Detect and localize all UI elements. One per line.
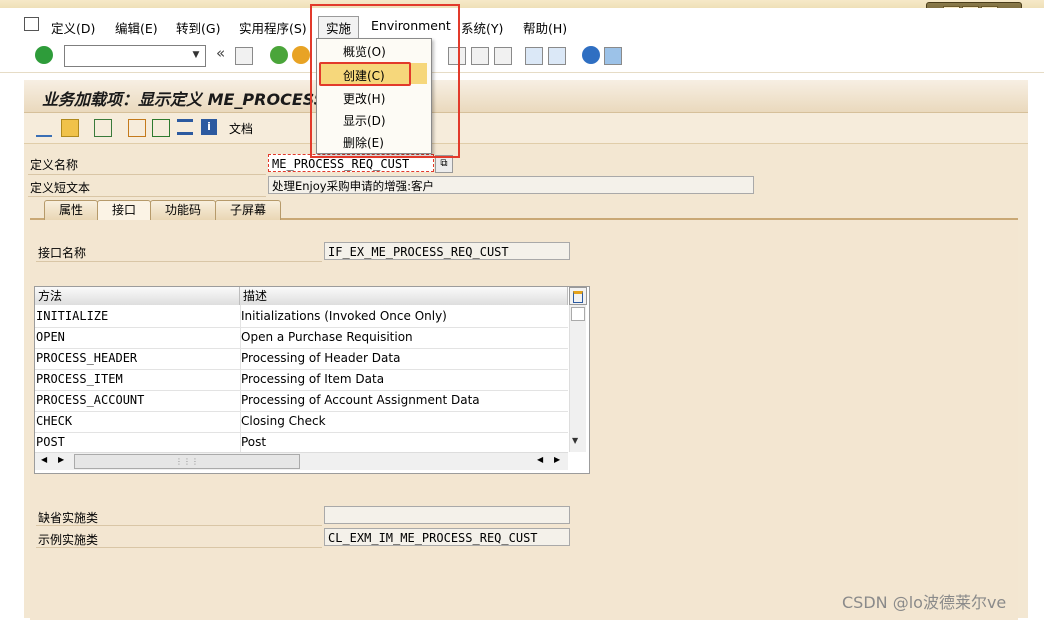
tab-attributes[interactable]: 属性 [44,200,98,220]
table-row[interactable]: INITIALIZE Initializations (Invoked Once … [35,306,568,328]
object-list-icon[interactable] [94,119,112,137]
vertical-scrollbar[interactable] [569,305,586,452]
table-row[interactable]: OPEN Open a Purchase Requisition [35,327,568,349]
chevron-down-icon[interactable]: ▼ [187,45,205,65]
scroll-right-icon[interactable]: ▶ [58,455,64,464]
title-strip [0,0,1044,8]
method-cell: OPEN [36,330,65,344]
table-row[interactable]: PROCESS_ITEM Processing of Item Data [35,369,568,391]
documentation-button[interactable]: 文档 [229,120,253,137]
example-impl-field: CL_EXM_IM_ME_PROCESS_REQ_CUST [324,528,570,546]
menu-utilities[interactable]: 实用程序(S) [239,18,307,37]
method-cell: PROCESS_ACCOUNT [36,393,145,407]
interface-name-field: IF_EX_ME_PROCESS_REQ_CUST [324,242,570,260]
find-icon[interactable] [471,47,489,65]
divider [28,174,266,175]
menu-help[interactable]: 帮助(H) [523,18,567,37]
scroll-right-icon[interactable]: ▶ [554,455,560,464]
table-settings-icon[interactable] [569,287,587,305]
default-impl-label: 缺省实施类 [38,511,99,525]
scroll-thumb[interactable] [571,307,585,321]
back-icon[interactable] [270,46,288,64]
hierarchy-icon[interactable] [152,119,170,137]
table-row[interactable]: PROCESS_HEADER Processing of Header Data [35,348,568,370]
menu-system-icon[interactable] [24,17,39,31]
menu-goto[interactable]: 转到(G) [176,18,220,37]
table-row[interactable]: CHECK Closing Check [35,411,568,433]
description-cell: Processing of Item Data [241,372,385,386]
create-session-icon[interactable] [525,47,543,65]
description-cell: Initializations (Invoked Once Only) [241,309,447,323]
definition-short-text-field: 处理Enjoy采购申请的增强:客户 [268,176,754,194]
watermark: CSDN @lo波德莱尔ve [842,593,1007,612]
method-cell: POST [36,435,65,449]
tab-subscreens[interactable]: 子屏幕 [215,200,281,220]
tab-function-codes[interactable]: 功能码 [150,200,216,220]
divider [36,525,322,526]
method-cell: CHECK [36,414,73,428]
where-used-icon[interactable] [128,119,146,137]
example-impl-label: 示例实施类 [38,533,99,547]
scroll-left-icon[interactable]: ◀ [41,455,47,464]
active-inactive-icon[interactable] [61,119,79,137]
table-row[interactable]: PROCESS_ACCOUNT Processing of Account Ass… [35,390,568,412]
exit-icon[interactable] [292,46,310,64]
column-header-method[interactable]: 方法 [35,287,240,305]
scroll-left-icon[interactable]: ◀ [537,455,543,464]
description-cell: Processing of Header Data [241,351,401,365]
description-cell: Processing of Account Assignment Data [241,393,480,407]
command-field[interactable] [64,45,206,67]
menu-edit[interactable]: 编辑(E) [115,18,158,37]
definition-short-text-label: 定义短文本 [30,181,91,195]
scroll-thumb[interactable]: ⋮⋮⋮ [74,454,300,469]
description-cell: Post [241,435,267,449]
column-header-description[interactable]: 描述 [240,287,568,305]
default-impl-field [324,506,570,524]
layout-menu-icon[interactable] [604,47,622,65]
divider [36,261,322,262]
stack-icon[interactable] [177,119,193,135]
definition-name-label: 定义名称 [30,158,79,172]
divider [28,196,266,197]
column-separator [240,305,241,452]
interface-name-label: 接口名称 [38,246,87,260]
help-icon[interactable] [582,46,600,64]
shortcut-icon[interactable] [548,47,566,65]
tab-interface[interactable]: 接口 [97,200,151,220]
method-cell: INITIALIZE [36,309,109,323]
menu-definition[interactable]: 定义(D) [51,18,95,37]
annotation-box-create [319,62,411,86]
method-cell: PROCESS_HEADER [36,351,138,365]
description-cell: Open a Purchase Requisition [241,330,413,344]
save-icon[interactable] [235,47,253,65]
description-cell: Closing Check [241,414,326,428]
info-icon[interactable]: i [201,119,217,135]
method-cell: PROCESS_ITEM [36,372,123,386]
enter-check-icon[interactable] [35,46,53,64]
scroll-down-icon[interactable]: ▼ [572,436,578,445]
collapse-arrow-icon[interactable]: « [216,44,225,62]
divider [36,547,322,548]
menu-system[interactable]: 系统(Y) [461,18,503,37]
find-next-icon[interactable] [494,47,512,65]
table-row[interactable]: POST Post [35,432,568,453]
display-change-icon[interactable] [36,119,52,137]
application-toolbar [24,113,1028,144]
